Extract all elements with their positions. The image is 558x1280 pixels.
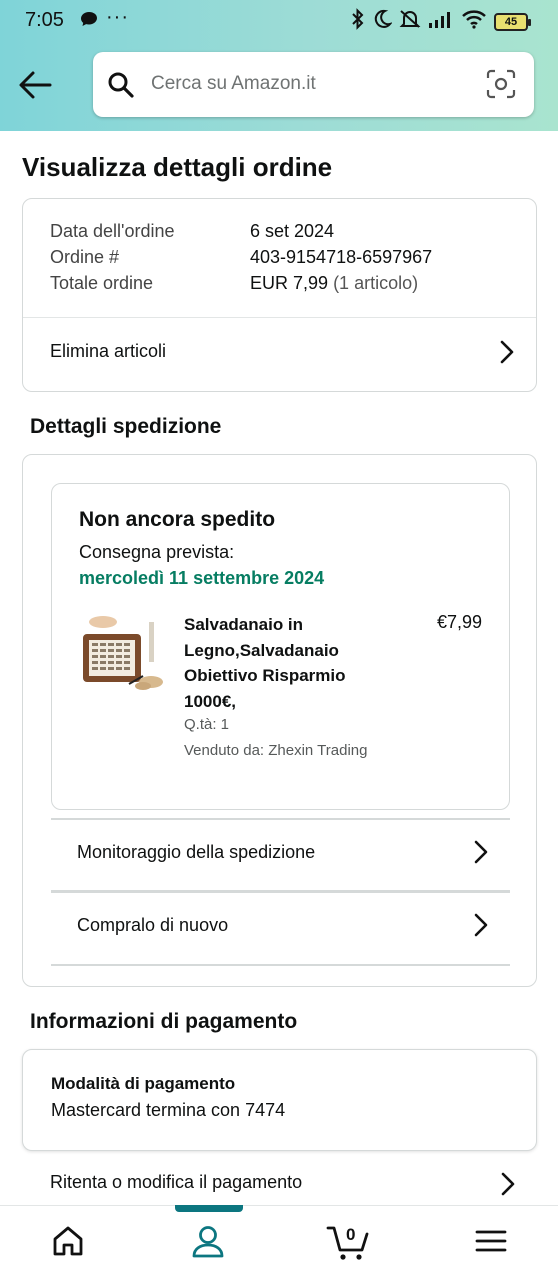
page-title: Visualizza dettagli ordine [22,152,333,182]
order-date-row: Data dell'ordine 6 set 2024 [50,221,334,242]
product-name[interactable]: Salvadanaio in Legno,Salvadanaio Obietti… [184,612,404,714]
product-image[interactable] [79,612,165,698]
retry-payment-row[interactable]: Ritenta o modifica il pagamento [22,1151,537,1205]
order-item-count: (1 articolo) [333,273,419,293]
product-name-line: Salvadanaio in [184,615,304,634]
search-input[interactable] [151,66,471,102]
order-number-row: Ordine # 403-9154718-6597967 [50,247,432,268]
status-bar: 7:05 ··· 45 [0,0,558,42]
bluetooth-icon [351,8,365,35]
delete-items-row[interactable]: Elimina articoli [23,318,536,391]
shipment-box: Non ancora spedito Consegna prevista: me… [51,483,510,810]
status-time: 7:05 [25,9,64,31]
order-total-row: Totale ordine EUR 7,99 (1 articolo) [50,273,418,294]
retry-payment-label: Ritenta o modifica il pagamento [50,1172,303,1192]
product-name-line: Legno,Salvadanaio [184,640,339,660]
shipment-status: Non ancora spedito [79,508,276,531]
product-quantity: Q.tà: 1 [184,716,230,733]
order-date-value: 6 set 2024 [250,221,335,241]
shipping-section-title: Dettagli spedizione [30,415,222,438]
payment-method-title: Modalità di pagamento [51,1074,236,1093]
order-summary-card: Data dell'ordine 6 set 2024 Ordine # 403-9… [22,198,537,392]
product-seller: Venduto da: Zhexin Trading [184,742,368,759]
chevron-right-icon [501,1172,515,1201]
battery-icon: 45 [494,12,531,31]
chevron-right-icon [474,840,488,869]
signal-icon [428,10,454,33]
delivery-date: mercoledì 11 settembre 2024 [79,568,325,588]
order-total-label: Totale ordine [50,273,154,293]
status-icons: 45 [351,8,531,35]
delivery-label: Consegna prevista: [79,542,235,562]
chevron-right-icon [474,913,488,942]
product-name-line: 1000€, [184,691,236,711]
search-icon [107,71,135,104]
track-shipment-label: Monitoraggio della spedizione [77,842,316,862]
buy-again-label: Compralo di nuovo [77,915,229,935]
account-icon[interactable] [190,1224,226,1265]
chevron-right-icon [500,340,514,369]
order-total-value: EUR 7,99 [250,273,329,293]
search-bar[interactable] [93,52,534,117]
active-tab-indicator [175,1205,243,1212]
home-icon[interactable] [51,1224,85,1263]
payment-method-value: Mastercard termina con 7474 [51,1100,286,1120]
payment-section-title: Informazioni di pagamento [30,1010,298,1033]
wifi-icon [461,9,487,34]
status-more-dots: ··· [106,6,129,28]
order-number-label: Ordine # [50,247,120,267]
moon-icon [372,9,393,34]
bottom-navigation: 0 [0,1205,558,1280]
back-arrow-icon[interactable] [18,70,52,105]
product-price: €7,99 [436,612,482,632]
product-name-line: Obiettivo Risparmio [184,666,346,685]
menu-icon[interactable] [474,1224,508,1263]
divider [51,964,510,966]
app-header: 7:05 ··· 45 [0,0,558,131]
order-number-value: 403-9154718-6597967 [250,247,433,267]
camera-scan-icon[interactable] [486,69,516,104]
chat-bubble-icon [80,11,98,32]
mute-bell-icon [399,9,421,34]
payment-method-card: Modalità di pagamento Mastercard termina… [22,1049,537,1151]
order-date-label: Data dell'ordine [50,221,175,241]
shipping-card: Non ancora spedito Consegna prevista: me… [22,454,537,987]
track-shipment-row[interactable]: Monitoraggio della spedizione [51,820,510,890]
buy-again-row[interactable]: Compralo di nuovo [51,893,510,963]
delete-items-label: Elimina articoli [50,341,167,361]
cart-count-badge: 0 [346,1225,356,1244]
